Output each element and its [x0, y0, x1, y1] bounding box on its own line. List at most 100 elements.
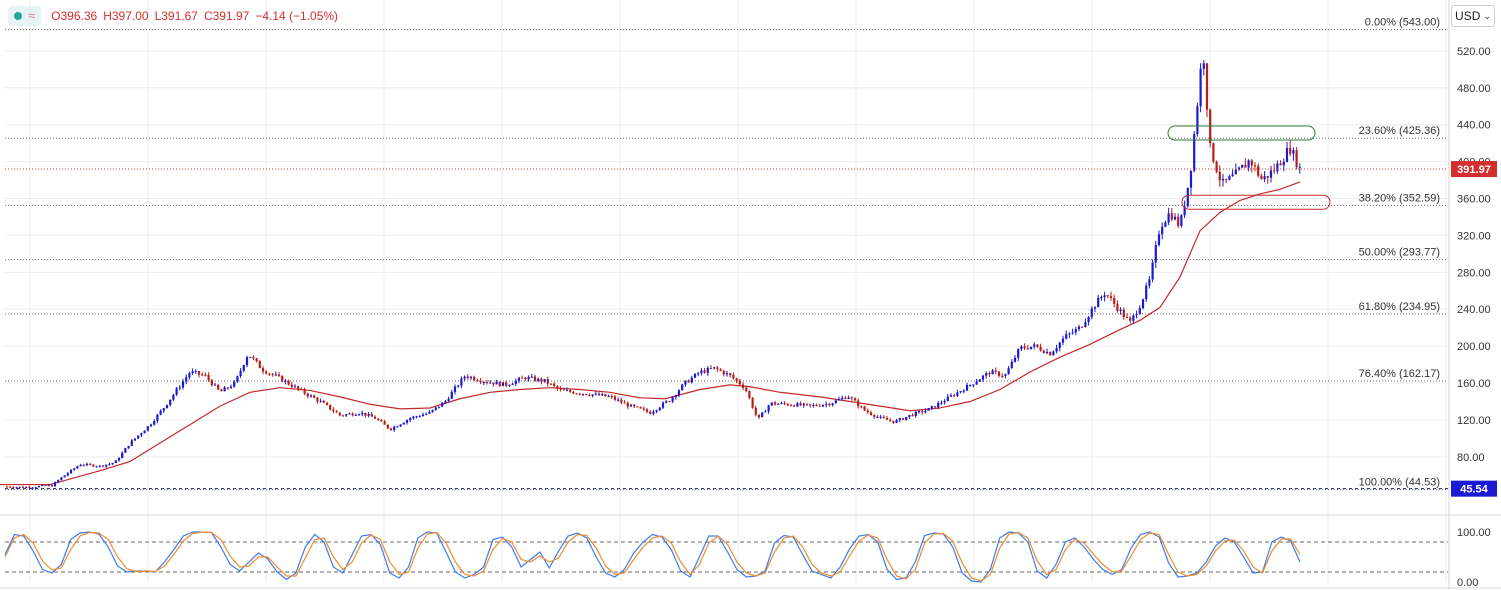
candle-down — [1113, 297, 1116, 304]
candle-up — [802, 403, 805, 406]
candle-up — [1055, 347, 1058, 352]
candle-up — [1148, 279, 1151, 286]
candle-down — [745, 387, 748, 392]
candle-up — [1145, 285, 1148, 300]
candle-down — [204, 374, 207, 376]
symbol-status-pill[interactable]: ≈ — [8, 6, 42, 26]
candle-up — [713, 367, 716, 369]
candle-up — [981, 375, 985, 380]
candle-down — [773, 402, 777, 405]
candle-up — [412, 416, 415, 419]
wave-icon: ≈ — [28, 8, 36, 23]
candle-down — [620, 399, 623, 403]
candle-up — [985, 372, 988, 376]
candle-up — [959, 391, 962, 393]
candle-down — [741, 384, 745, 388]
candle-down — [633, 404, 636, 407]
chart-canvas[interactable]: 520.00480.00440.00400.00360.00320.00280.… — [0, 0, 1501, 590]
candle-up — [146, 426, 149, 431]
candle-up — [1247, 160, 1250, 168]
candle-down — [933, 406, 937, 408]
candle-down — [569, 390, 572, 392]
candle-up — [463, 376, 466, 379]
candle-down — [220, 389, 223, 392]
candle-up — [821, 404, 825, 407]
candle-down — [210, 379, 213, 386]
fib-level-label: 38.20% (352.59) — [1359, 192, 1440, 204]
chevron-down-icon: ⌄ — [1483, 10, 1491, 21]
candle-up — [1154, 245, 1157, 263]
candle-down — [322, 400, 325, 403]
candle-up — [1141, 299, 1145, 309]
candle-up — [133, 438, 137, 441]
candle-down — [300, 388, 303, 390]
candle-down — [50, 485, 53, 487]
open-value: O396.36 — [51, 9, 98, 23]
candle-up — [274, 374, 277, 376]
change-value: −4.14 (−1.05%) — [255, 9, 339, 23]
candle-up — [469, 376, 473, 378]
candle-down — [1036, 344, 1039, 347]
candle-down — [1250, 160, 1253, 166]
candle-up — [1138, 308, 1141, 315]
candle-up — [489, 382, 492, 384]
candle-up — [1269, 170, 1273, 178]
candle-down — [850, 397, 853, 399]
candle-down — [101, 465, 105, 467]
candle-up — [15, 487, 18, 489]
candle-down — [252, 356, 255, 359]
candle-down — [28, 487, 31, 489]
low-value: L391.67 — [154, 9, 198, 23]
candle-down — [610, 396, 613, 398]
candle-up — [1199, 68, 1202, 107]
candle-up — [949, 395, 953, 397]
candle-up — [95, 466, 98, 468]
candle-down — [1212, 143, 1215, 162]
candle-up — [153, 421, 156, 425]
candle-up — [956, 392, 959, 396]
candle-down — [335, 411, 338, 413]
candle-up — [239, 370, 242, 377]
candle-up — [114, 460, 117, 464]
candle-up — [652, 411, 655, 414]
candle-down — [882, 416, 885, 419]
oscillator-tick-label: 0.00 — [1457, 577, 1478, 589]
candle-up — [223, 387, 226, 392]
candle-down — [921, 410, 924, 413]
candle-up — [671, 397, 674, 402]
currency-selector[interactable]: USD ⌄ — [1451, 5, 1495, 27]
candle-up — [482, 382, 485, 384]
candle-down — [1260, 175, 1263, 180]
candle-up — [495, 381, 498, 385]
candle-up — [98, 465, 101, 467]
candle-down — [1039, 346, 1042, 351]
candle-down — [729, 373, 732, 375]
candle-up — [188, 373, 191, 378]
candle-up — [41, 485, 44, 487]
candle-down — [207, 374, 210, 380]
candle-down — [306, 393, 309, 397]
candle-up — [169, 399, 172, 405]
candle-up — [1298, 166, 1301, 168]
candle-up — [1276, 163, 1279, 172]
candle-down — [786, 403, 789, 406]
candle-up — [402, 422, 405, 425]
candle-down — [732, 374, 735, 379]
y-tick-label: 320.00 — [1457, 230, 1491, 242]
candle-up — [25, 487, 28, 489]
candle-up — [812, 404, 815, 406]
candle-up — [978, 379, 981, 382]
candle-up — [975, 381, 978, 385]
candle-up — [1285, 147, 1289, 162]
candle-up — [431, 409, 434, 412]
candle-down — [783, 402, 786, 404]
candle-down — [860, 406, 863, 408]
fib-level-label: 76.40% (162.17) — [1359, 368, 1440, 380]
candle-up — [1065, 334, 1068, 339]
candle-up — [284, 380, 287, 382]
candle-up — [1017, 349, 1020, 358]
candle-up — [425, 413, 428, 415]
candle-down — [997, 371, 1001, 376]
candle-up — [825, 403, 828, 405]
candle-down — [1177, 216, 1180, 226]
